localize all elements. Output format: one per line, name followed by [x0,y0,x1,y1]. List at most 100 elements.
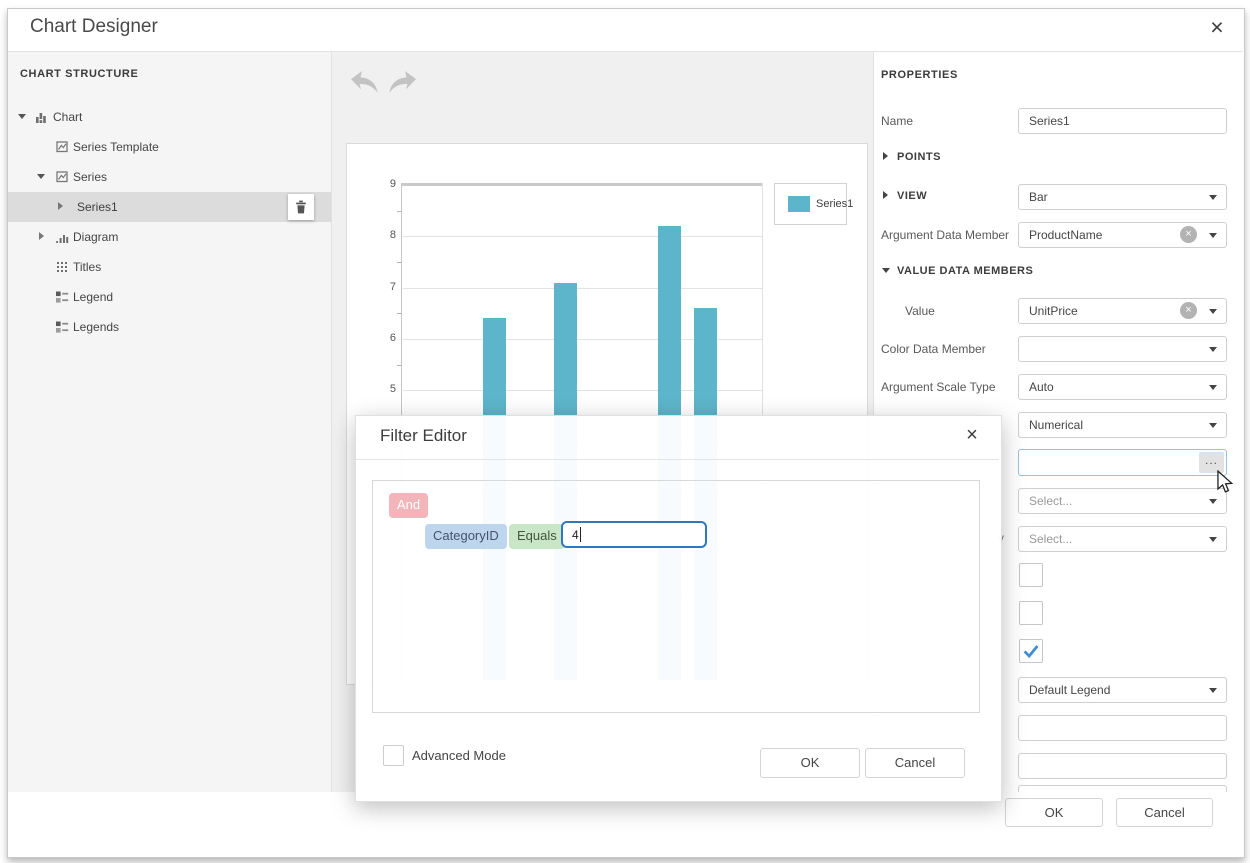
chevron-down-icon [1209,233,1217,238]
view-select[interactable]: Bar [1018,184,1227,210]
filter-value-text: 4 [572,528,579,542]
delete-series-button[interactable] [288,194,314,220]
check-icon [1020,640,1042,662]
chevron-down-icon[interactable] [18,114,26,119]
chevron-right-icon [883,152,888,160]
filter-value-input[interactable]: 4 [561,521,707,548]
tree-item-series[interactable]: Series [8,162,331,192]
y-axis-tick-label: 5 [368,383,396,395]
sort-by-select[interactable]: Select... [1018,526,1227,552]
chevron-down-icon [1209,423,1217,428]
clear-icon[interactable]: × [1180,226,1197,243]
tree-item-label: Series1 [77,200,118,214]
text-cursor [580,527,581,542]
argument-data-member-label: Argument Data Member [881,228,1009,242]
checkbox-unchecked-2[interactable] [1019,601,1043,625]
chevron-down-icon [1209,499,1217,504]
filter-string-ellipsis-button[interactable]: ... [1199,452,1224,473]
chevron-down-icon [1209,688,1217,693]
y-axis-tick-label: 8 [368,229,396,241]
y-axis-minor-tick [397,262,402,263]
designer-ok-button[interactable]: OK [1005,798,1103,827]
filter-editor-title: Filter Editor [380,426,467,446]
tree-item-series1-selected[interactable]: Series1 [8,192,331,222]
filter-ok-button[interactable]: OK [760,748,860,778]
value-select[interactable]: UnitPrice× [1018,298,1227,324]
filter-field-chip[interactable]: CategoryID [425,524,507,549]
legend-text-input[interactable] [1018,715,1227,741]
clear-icon[interactable]: × [1180,302,1197,319]
y-axis-minor-tick [397,365,402,366]
chevron-right-icon [883,191,888,199]
tree-item-label: Diagram [73,230,118,244]
diagram-icon [55,230,69,244]
legends-icon [55,320,69,334]
tree-item-diagram[interactable]: Diagram [8,222,331,252]
chevron-down-icon[interactable] [37,174,45,179]
designer-cancel-button[interactable]: Cancel [1116,798,1213,827]
filter-cancel-button[interactable]: Cancel [865,748,965,778]
filter-builder-area[interactable] [372,480,980,713]
y-axis-minor-tick [397,313,402,314]
tree-item-label: Titles [73,260,101,274]
tree-item-legend[interactable]: Legend [8,282,331,312]
argument-scale-type-label: Argument Scale Type [881,380,996,394]
y-axis-minor-tick [397,211,402,212]
checkbox-checked[interactable] [1019,639,1043,663]
group-operator-chip[interactable]: And [389,493,428,518]
tree-item-series-template[interactable]: Series Template [8,132,331,162]
grid-line [403,288,762,289]
chevron-down-icon [1209,385,1217,390]
view-section-header[interactable]: VIEW [883,190,927,202]
filter-editor-header-divider [356,459,999,460]
window-close-icon[interactable]: × [1203,14,1231,42]
points-section-header[interactable]: POINTS [883,151,941,163]
chart-designer-window: Chart Designer × CHART STRUCTURE Chart S… [0,0,1250,863]
series-name-input[interactable] [1018,108,1227,134]
filter-operator-chip[interactable]: Equals [509,524,565,549]
chart-icon [35,110,49,124]
grid-line [403,236,762,237]
tree-item-titles[interactable]: Titles [8,252,331,282]
chevron-down-icon [1209,309,1217,314]
color-data-member-label: Color Data Member [881,342,986,356]
advanced-mode-checkbox[interactable] [383,745,404,766]
value-data-members-section-header[interactable]: VALUE DATA MEMBERS [883,265,1033,277]
undo-icon[interactable] [347,69,379,95]
chevron-down-icon [1209,537,1217,542]
checkbox-unchecked-1[interactable] [1019,563,1043,587]
series-template-icon [55,140,69,154]
trash-icon [295,200,307,214]
chevron-down-icon [882,268,890,273]
chevron-down-icon [1209,347,1217,352]
tree-item-label: Legend [73,290,113,304]
value-scale-type-select[interactable]: Numerical [1018,412,1227,438]
argument-data-member-select[interactable]: ProductName× [1018,222,1227,248]
legend-text-pattern-input[interactable] [1018,753,1227,779]
y-axis-tick-label: 7 [368,281,396,293]
tree-item-label: Series [73,170,107,184]
filter-string-field[interactable]: ... [1018,449,1227,476]
window-title: Chart Designer [30,16,158,38]
titles-icon [55,260,69,274]
legend-select[interactable]: Default Legend [1018,677,1227,703]
value-label: Value [905,304,935,318]
chevron-right-icon[interactable] [58,202,63,210]
tree-item-legends[interactable]: Legends [8,312,331,342]
y-axis-tick-label: 9 [368,178,396,190]
legend-swatch [788,196,810,212]
tree-item-label: Legends [73,320,119,334]
series-icon [55,170,69,184]
tree-item-chart[interactable]: Chart [8,102,331,132]
filter-editor-close-icon[interactable]: × [959,423,985,449]
legend-series-label: Series1 [816,198,853,210]
chevron-down-icon [1209,195,1217,200]
chevron-right-icon[interactable] [39,232,44,240]
chart-legend[interactable]: Series1 [774,183,847,225]
tree-item-label: Series Template [73,140,159,154]
redo-icon[interactable] [388,69,420,95]
sorting-select[interactable]: Select... [1018,488,1227,514]
argument-scale-type-select[interactable]: Auto [1018,374,1227,400]
color-data-member-select[interactable] [1018,336,1227,362]
tree-item-label: Chart [53,110,82,124]
